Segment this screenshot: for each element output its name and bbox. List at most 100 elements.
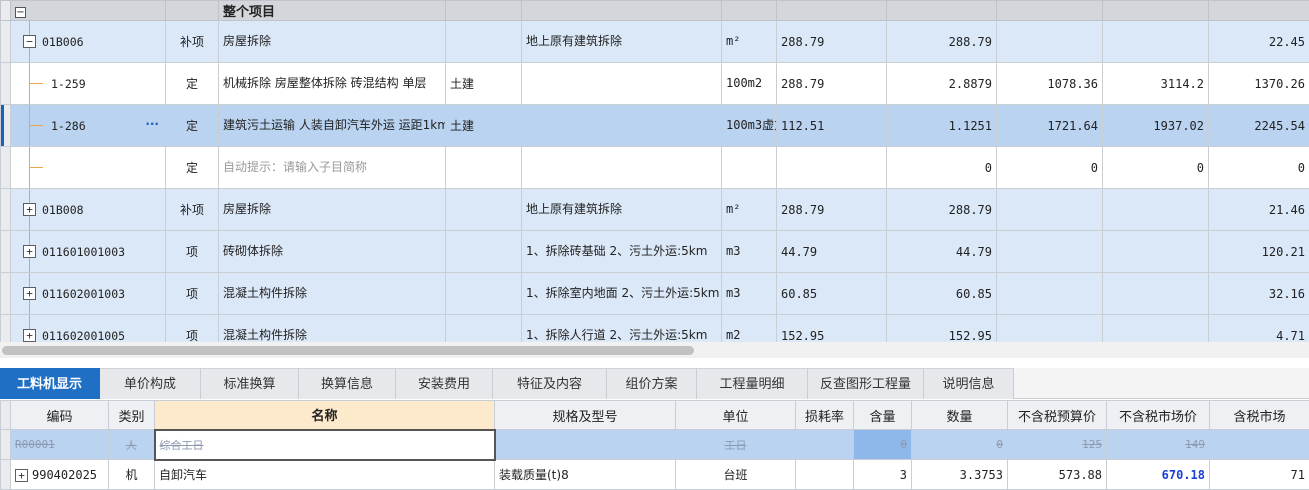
unit-cell[interactable]: m3 (721, 272, 777, 315)
feature-cell[interactable]: 地上原有建筑拆除 (521, 188, 722, 231)
type-cell[interactable]: 定 (165, 62, 219, 105)
col-spec-header[interactable]: 规格及型号 (494, 400, 676, 430)
major-cell[interactable]: 土建 (445, 104, 522, 147)
resource-spec-cell[interactable]: 装载质量(t)8 (494, 459, 676, 490)
tab-4[interactable]: 换算信息 (299, 368, 396, 399)
table-row[interactable]: +011602001003 项混凝土构件拆除 1、拆除室内地面 2、污土外运:5km… (0, 272, 1309, 315)
table-row[interactable]: +011602001005 项混凝土构件拆除 1、拆除人行道 2、污土外运:5km m… (0, 314, 1309, 342)
resource-type-cell[interactable]: 人 (108, 429, 155, 460)
type-cell[interactable]: 补项 (165, 188, 219, 231)
resource-spec-cell[interactable] (494, 429, 676, 460)
qty-cell[interactable]: 0 (886, 146, 997, 189)
qty-cell[interactable]: 288.79 (886, 188, 997, 231)
name-cell[interactable]: 机械拆除 房屋整体拆除 砖混结构 单层 (218, 62, 446, 105)
table-row[interactable]: +011601001003 项砖砌体拆除 1、拆除砖基础 2、污土外运:5km m3 4… (0, 230, 1309, 273)
tab-7[interactable]: 组价方案 (607, 368, 697, 399)
code-cell[interactable]: +01B008 (10, 188, 166, 231)
code-cell[interactable] (10, 146, 166, 189)
tab-6[interactable]: 特征及内容 (493, 368, 607, 399)
resource-type-cell[interactable]: 机 (108, 459, 155, 490)
major-cell[interactable] (445, 146, 522, 189)
table-row[interactable]: 1-259 定机械拆除 房屋整体拆除 砖混结构 单层 土建 100m2 288.79 2.… (0, 62, 1309, 105)
resource-loss-cell[interactable] (795, 429, 854, 460)
qty-expr-cell[interactable] (776, 146, 887, 189)
code-cell[interactable]: +011602001003 (10, 272, 166, 315)
expand-icon[interactable]: + (23, 203, 36, 216)
qty-expr-cell[interactable]: 60.85 (776, 272, 887, 315)
feature-cell[interactable]: 地上原有建筑拆除 (521, 20, 722, 63)
resource-code-cell[interactable]: R00001 (10, 429, 109, 460)
name-cell[interactable]: 建筑污土运输 人装自卸汽车外运 运距1km以内 (218, 104, 446, 147)
qty-expr-cell[interactable]: 288.79 (776, 188, 887, 231)
col-qty-header[interactable]: 数量 (911, 400, 1008, 430)
resource-content-cell[interactable]: 3 (853, 459, 912, 490)
feature-cell[interactable]: 1、拆除室内地面 2、污土外运:5km (521, 272, 722, 315)
qty-cell[interactable]: 60.85 (886, 272, 997, 315)
feature-cell[interactable]: 1、拆除人行道 2、污土外运:5km (521, 314, 722, 342)
col-budget-header[interactable]: 不含税预算价 (1007, 400, 1107, 430)
feature-cell[interactable] (521, 104, 722, 147)
name-cell[interactable]: 混凝土构件拆除 (218, 272, 446, 315)
qty-expr-cell[interactable]: 44.79 (776, 230, 887, 273)
tab-2[interactable]: 单价构成 (100, 368, 201, 399)
name-cell[interactable]: 自动提示：请输入子目简称 (218, 146, 446, 189)
code-cell[interactable]: 1-286 ··· (10, 104, 166, 147)
unit-cell[interactable]: 100m3虚方 (721, 104, 777, 147)
qty-expr-cell[interactable]: 152.95 (776, 314, 887, 342)
col-loss-header[interactable]: 损耗率 (795, 400, 854, 430)
unit-cell[interactable]: 100m2 (721, 62, 777, 105)
major-cell[interactable] (445, 314, 522, 342)
table-row[interactable]: +990402025 机自卸汽车 装载质量(t)8 台班 3 3.3753 573.88 67… (0, 459, 1309, 490)
unit-cell[interactable] (721, 146, 777, 189)
horizontal-scrollbar[interactable] (0, 342, 1309, 358)
resource-taxmarket-cell[interactable]: 71 (1209, 459, 1309, 490)
type-cell[interactable]: 定 (165, 104, 219, 147)
qty-expr-cell[interactable]: 112.51 (776, 104, 887, 147)
expand-icon[interactable]: + (23, 287, 36, 300)
feature-cell[interactable] (521, 146, 722, 189)
resource-unit-cell[interactable]: 台班 (675, 459, 796, 490)
expand-icon[interactable]: + (23, 245, 36, 258)
resource-name-cell[interactable]: 综合工日 (153, 428, 496, 461)
resource-market-cell[interactable]: 149 (1106, 429, 1210, 460)
name-cell[interactable]: 房屋拆除 (218, 188, 446, 231)
resource-code-cell[interactable]: +990402025 (10, 459, 109, 490)
resource-taxmarket-cell[interactable] (1209, 429, 1309, 460)
qty-expr-cell[interactable]: 288.79 (776, 62, 887, 105)
project-root-row[interactable]: − 整个项目 (0, 0, 1309, 21)
major-cell[interactable] (445, 20, 522, 63)
code-cell[interactable]: −01B006 (10, 20, 166, 63)
resource-name-cell[interactable]: 自卸汽车 (154, 459, 495, 490)
table-row[interactable]: R00001 人综合工日 工日 0 0 125 149 (0, 428, 1309, 461)
table-row[interactable]: 1-286 ··· 定建筑污土运输 人装自卸汽车外运 运距1km以内土建 100m3虚… (0, 104, 1309, 147)
col-unit-header[interactable]: 单位 (675, 400, 796, 430)
code-cell[interactable]: 1-259 (10, 62, 166, 105)
tab-9[interactable]: 反查图形工程量 (808, 368, 924, 399)
qty-cell[interactable]: 44.79 (886, 230, 997, 273)
tab-5[interactable]: 安装费用 (396, 368, 493, 399)
major-cell[interactable] (445, 230, 522, 273)
resource-budget-cell[interactable]: 573.88 (1007, 459, 1107, 490)
col-content-header[interactable]: 含量 (853, 400, 912, 430)
type-cell[interactable]: 项 (165, 272, 219, 315)
code-cell[interactable]: +011601001003 (10, 230, 166, 273)
col-type-header[interactable]: 类别 (108, 400, 155, 430)
qty-cell[interactable]: 2.8879 (886, 62, 997, 105)
code-cell[interactable]: +011602001005 (10, 314, 166, 342)
major-cell[interactable]: 土建 (445, 62, 522, 105)
qty-cell[interactable]: 1.1251 (886, 104, 997, 147)
collapse-icon[interactable]: − (15, 6, 26, 18)
table-row[interactable]: −01B006 补项 房屋拆除 地上原有建筑拆除 m² 288.79 288.79 22.45 (0, 20, 1309, 63)
unit-cell[interactable]: m2 (721, 314, 777, 342)
major-cell[interactable] (445, 272, 522, 315)
expand-icon[interactable]: + (23, 329, 36, 342)
name-cell[interactable]: 房屋拆除 (218, 20, 446, 63)
expand-icon[interactable]: + (15, 468, 28, 482)
tab-8[interactable]: 工程量明细 (697, 368, 808, 399)
unit-cell[interactable]: m² (721, 20, 777, 63)
col-name-header[interactable]: 名称 (154, 400, 495, 430)
collapse-icon[interactable]: − (23, 35, 36, 48)
resource-content-cell[interactable]: 0 (853, 429, 912, 460)
tab-10[interactable]: 说明信息 (924, 368, 1014, 399)
resource-loss-cell[interactable] (795, 459, 854, 490)
